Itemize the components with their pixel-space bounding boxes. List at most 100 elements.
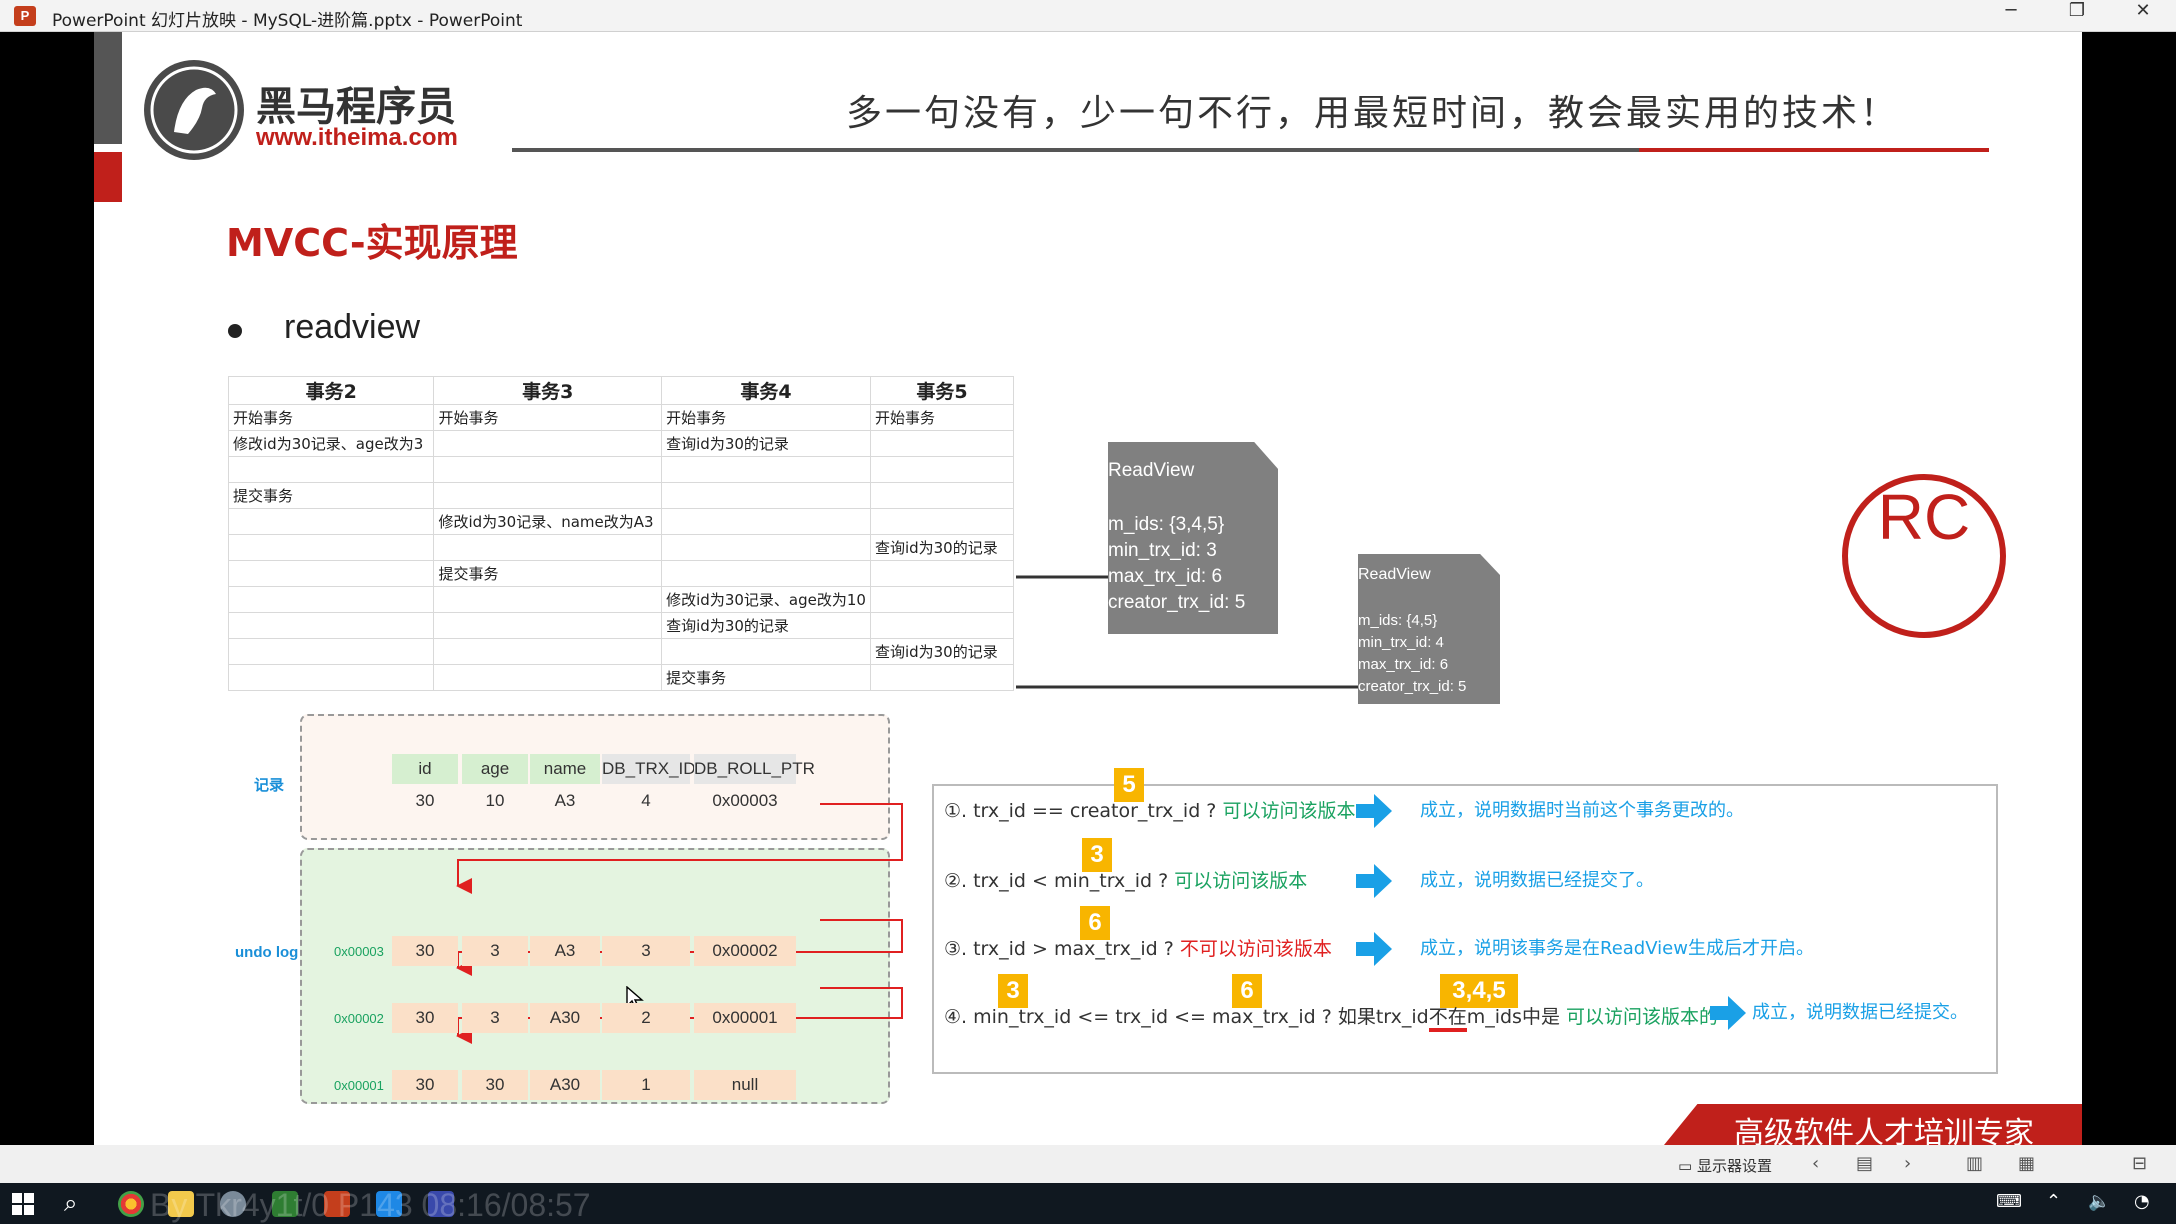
- record-cell: 0x00003: [712, 791, 778, 810]
- slideshow-statusbar: ▭ 显示器设置 ‹ ▤ › ▥ ▦ ⊟: [0, 1145, 2176, 1183]
- txn-cell: 修改id为30记录、age改为10: [661, 586, 871, 613]
- rule-3-verdict: 不可以访问该版本: [1179, 938, 1332, 960]
- rule-4-not-in: 不在: [1428, 1006, 1467, 1032]
- undolog-cell: 3: [462, 936, 528, 966]
- undolog-cell: 0x00002: [694, 936, 796, 966]
- undolog-cell: 3: [462, 1003, 528, 1033]
- rule-1-text: ①. trx_id == creator_trx_id ?: [944, 800, 1217, 822]
- record-cell: 4: [641, 791, 651, 810]
- slide-canvas: 黑马程序员 www.itheima.com 多一句没有，少一句不行，用最短时间，…: [94, 32, 2082, 1145]
- presenter-view-icon[interactable]: ⊟: [2132, 1153, 2147, 1174]
- txn-col-header: 事务3: [433, 376, 663, 405]
- grid-view-icon[interactable]: ▦: [2018, 1153, 2035, 1174]
- bullet-text: readview: [284, 308, 421, 346]
- header-red-bar: [94, 152, 122, 202]
- rule-4-text-tail: m_ids中是: [1466, 1006, 1560, 1028]
- txn-cell: 提交事务: [433, 560, 663, 587]
- txn-cell: [869, 482, 1015, 509]
- rule-4-arrow-icon: [1710, 996, 1746, 1030]
- txn-cell: 开始事务: [869, 404, 1015, 431]
- undolog-address: 0x00001: [334, 1078, 384, 1093]
- txn-cell: [433, 534, 663, 561]
- readview-1-title: ReadView: [1108, 460, 1195, 481]
- network-icon[interactable]: ◔: [2134, 1191, 2150, 1212]
- txn-cell: [869, 456, 1015, 483]
- rule-4-result: 成立，说明数据已经提交。: [1752, 1002, 1968, 1023]
- undolog-cell: 30: [462, 1070, 528, 1100]
- txn-cell: [227, 638, 435, 665]
- readview-2-line: min_trx_id: 4: [1358, 634, 1444, 651]
- txn-cell: [227, 508, 435, 535]
- normal-view-icon[interactable]: ▥: [1966, 1153, 1983, 1174]
- txn-row: 查询id为30的记录: [227, 612, 1015, 639]
- txn-row: 修改id为30记录、name改为A3: [227, 508, 1015, 535]
- minimize-button[interactable]: ─: [1980, 0, 2042, 32]
- txn-cell: [227, 456, 435, 483]
- rc-badge: RC: [1842, 474, 2006, 638]
- txn-row: 修改id为30记录、age改为3 查询id为30的记录: [227, 430, 1015, 457]
- txn-cell: [661, 508, 871, 535]
- txn-cell: [433, 456, 663, 483]
- rule-1: ①. trx_id == creator_trx_id ? 可以访问该版本: [944, 796, 1355, 823]
- rule-4: ④. min_trx_id <= trx_id <= max_trx_id ? …: [944, 1002, 1719, 1032]
- undolog-cell: A30: [530, 1070, 600, 1100]
- slogan: 多一句没有，少一句不行，用最短时间，教会最实用的技术！: [846, 93, 1900, 134]
- undolog-cell: 30: [392, 936, 458, 966]
- prev-slide-button[interactable]: ‹: [1812, 1153, 1819, 1174]
- txn-cell: [661, 534, 871, 561]
- rule-2-arrow-icon: [1356, 864, 1392, 898]
- search-icon[interactable]: ⌕: [64, 1189, 77, 1217]
- txn-cell: [869, 664, 1015, 691]
- txn-cell: 提交事务: [227, 482, 435, 509]
- powerpoint-app-icon: P: [14, 6, 36, 26]
- display-settings-button[interactable]: ▭ 显示器设置: [1678, 1155, 1772, 1176]
- rule-3: ③. trx_id > max_trx_id ? 不可以访问该版本: [944, 934, 1332, 961]
- window-titlebar: P PowerPoint 幻灯片放映 - MySQL-进阶篇.pptx - Po…: [0, 0, 2176, 32]
- txn-cell: 查询id为30的记录: [869, 534, 1015, 561]
- txn-row: 查询id为30的记录: [227, 638, 1015, 665]
- readview-1-line: creator_trx_id: 5: [1108, 592, 1246, 613]
- next-slide-button[interactable]: ›: [1904, 1153, 1911, 1174]
- rule-2-result: 成立，说明数据已经提交了。: [1420, 870, 1654, 891]
- readview-1-line: max_trx_id: 6: [1108, 566, 1223, 587]
- txn-cell: 查询id为30的记录: [661, 430, 871, 457]
- volume-icon[interactable]: 🔈: [2088, 1191, 2110, 1212]
- record-col-header: DB_TRX_ID: [602, 754, 696, 784]
- readview-2-line: max_trx_id: 6: [1358, 656, 1449, 673]
- txn-col-header: 事务2: [227, 376, 435, 405]
- txn-cell: 开始事务: [661, 404, 871, 431]
- undolog-cell: A3: [530, 936, 600, 966]
- windows-start-icon[interactable]: [12, 1193, 34, 1215]
- record-cell: 30: [415, 791, 435, 810]
- undolog-cell: 30: [392, 1070, 458, 1100]
- txn-row: 提交事务: [227, 482, 1015, 509]
- slide-menu-icon[interactable]: ▤: [1856, 1153, 1873, 1174]
- txn-cell: 修改id为30记录、age改为3: [227, 430, 435, 457]
- txn-cell: [433, 612, 663, 639]
- txn-cell: [661, 638, 871, 665]
- undolog-address: 0x00002: [334, 1011, 384, 1026]
- readview-2-line: m_ids: {4,5}: [1358, 612, 1438, 629]
- rule-4-text: ④. min_trx_id <= trx_id <= max_trx_id ? …: [944, 1006, 1429, 1028]
- page-title: MVCC-实现原理: [226, 221, 518, 265]
- record-col-header: DB_ROLL_PTR: [694, 754, 815, 784]
- record-col-header: age: [462, 754, 528, 784]
- rule-1-result: 成立，说明数据时当前这个事务更改的。: [1420, 800, 1744, 821]
- restore-button[interactable]: ❐: [2046, 0, 2108, 32]
- txn-cell: 修改id为30记录、name改为A3: [433, 508, 663, 535]
- keyboard-icon[interactable]: ⌨: [1996, 1191, 2022, 1212]
- undolog-cell: 1: [602, 1070, 690, 1100]
- tray-chevron-icon[interactable]: ⌃: [2046, 1191, 2061, 1212]
- txn-cell: 查询id为30的记录: [661, 612, 871, 639]
- rule-1-verdict: 可以访问该版本: [1222, 800, 1356, 822]
- record-col-header: name: [530, 754, 600, 784]
- txn-cell: [869, 612, 1015, 639]
- chrome-icon[interactable]: [118, 1191, 144, 1217]
- rule-4-verdict: 可以访问该版本的: [1566, 1006, 1719, 1028]
- readview-card-1: ReadView m_ids: {3,4,5} min_trx_id: 3 ma…: [1108, 442, 1278, 634]
- window-title: PowerPoint 幻灯片放映 - MySQL-进阶篇.pptx - Powe…: [52, 11, 523, 31]
- txn-cell: [227, 560, 435, 587]
- close-button[interactable]: ✕: [2112, 0, 2174, 32]
- undolog-cell: null: [694, 1070, 796, 1100]
- txn-cell: [869, 560, 1015, 587]
